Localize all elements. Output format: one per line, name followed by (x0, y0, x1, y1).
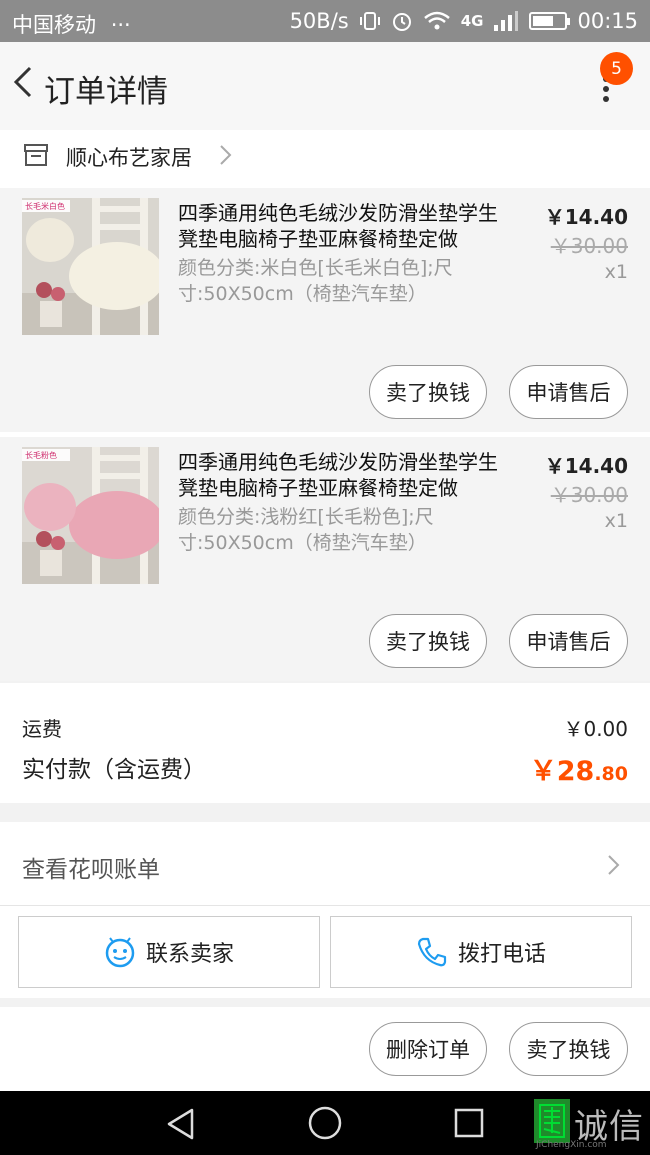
status-right: 50B/s 4G 00:15 (290, 9, 638, 33)
call-label: 拨打电话 (457, 942, 546, 967)
product-title[interactable]: 四季通用纯色毛绒沙发防滑坐垫学生凳垫电脑椅子垫亚麻餐椅垫定做 (178, 449, 513, 501)
shipping-label: 运费 (22, 717, 62, 741)
order-item: 长毛米白色 四季通用纯色毛绒沙发防滑坐垫学生凳垫电脑椅子垫亚麻餐椅垫定做 颜色分… (0, 188, 650, 432)
chevron-right-icon (608, 855, 620, 875)
carrier-text: 中国移动 (12, 13, 96, 37)
order-item: 长毛粉色 四季通用纯色毛绒沙发防滑坐垫学生凳垫电脑椅子垫亚麻餐椅垫定做 颜色分类… (0, 437, 650, 681)
huabei-bill-row[interactable]: 查看花呗账单 (0, 822, 650, 906)
recents-square-icon[interactable] (453, 1107, 485, 1139)
signal-icon (494, 11, 519, 31)
product-image-tag: 长毛米白色 (25, 201, 65, 211)
aftersale-button[interactable]: 申请售后 (509, 614, 628, 668)
notification-badge: 5 (600, 52, 633, 85)
paid-amount-decimal: .80 (594, 763, 628, 785)
sell-button[interactable]: 卖了换钱 (369, 614, 487, 668)
status-left: 中国移动 ··· (12, 9, 131, 39)
clock-text: 00:15 (577, 9, 638, 33)
quantity: x1 (604, 510, 628, 532)
product-image[interactable]: 长毛米白色 (22, 198, 159, 335)
contact-seller-button[interactable]: 联系卖家 (18, 916, 320, 988)
watermark-logo-icon (534, 1099, 570, 1143)
shipping-value: ￥0.00 (563, 717, 628, 741)
sell-button[interactable]: 卖了换钱 (369, 365, 487, 419)
order-totals: 运费 ￥0.00 实付款（含运费） ￥28.80 (0, 683, 650, 803)
product-price: ￥14.40 (544, 205, 628, 229)
paid-amount-integer: ￥28 (529, 756, 595, 787)
watermark-subtext: JiChengXin.com (536, 1140, 607, 1150)
battery-icon (529, 12, 571, 30)
shop-row[interactable]: 顺心布艺家居 (0, 130, 650, 188)
quantity: x1 (604, 261, 628, 283)
contact-bar: 联系卖家 拨打电话 (0, 906, 650, 998)
original-price: ￥30.00 (550, 234, 628, 258)
product-attributes: 颜色分类:浅粉红[长毛粉色];尺寸:50X50cm（椅垫汽车垫） (178, 506, 434, 554)
back-arrow-icon[interactable] (8, 62, 38, 102)
delete-order-button[interactable]: 删除订单 (369, 1022, 487, 1076)
status-bar: 中国移动 ··· 50B/s 4G 00:15 (0, 0, 650, 42)
product-attributes: 颜色分类:米白色[长毛米白色];尺寸:50X50cm（椅垫汽车垫） (178, 257, 453, 305)
sell-button[interactable]: 卖了换钱 (509, 1022, 628, 1076)
product-image-tag: 长毛粉色 (25, 450, 57, 460)
back-triangle-icon[interactable] (164, 1107, 198, 1141)
contact-seller-label: 联系卖家 (145, 942, 234, 967)
network-type: 4G (460, 12, 484, 30)
chevron-right-icon (220, 145, 232, 165)
home-circle-icon[interactable] (307, 1105, 343, 1141)
overflow-dots: ··· (110, 13, 131, 37)
system-navbar: 诚信 JiChengXin.com (0, 1091, 650, 1155)
alarm-icon (392, 13, 411, 31)
huabei-label: 查看花呗账单 (22, 857, 160, 883)
original-price: ￥30.00 (550, 483, 628, 507)
product-image[interactable]: 长毛粉色 (22, 447, 159, 584)
vibrate-icon (359, 12, 380, 30)
call-button[interactable]: 拨打电话 (330, 916, 632, 988)
store-icon (24, 144, 48, 166)
shop-name: 顺心布艺家居 (66, 146, 192, 170)
phone-icon (417, 937, 447, 967)
order-actions: 删除订单 卖了换钱 (0, 1007, 650, 1091)
product-title[interactable]: 四季通用纯色毛绒沙发防滑坐垫学生凳垫电脑椅子垫亚麻餐椅垫定做 (178, 200, 513, 252)
paid-amount: ￥28.80 (530, 749, 628, 788)
product-price: ￥14.40 (544, 454, 628, 478)
aftersale-button[interactable]: 申请售后 (509, 365, 628, 419)
wifi-icon (423, 11, 450, 30)
page-title: 订单详情 (44, 74, 168, 110)
network-speed: 50B/s (289, 9, 349, 33)
title-bar: 订单详情 (0, 42, 650, 130)
paid-label: 实付款（含运费） (22, 757, 206, 783)
chat-bot-icon (105, 937, 135, 968)
